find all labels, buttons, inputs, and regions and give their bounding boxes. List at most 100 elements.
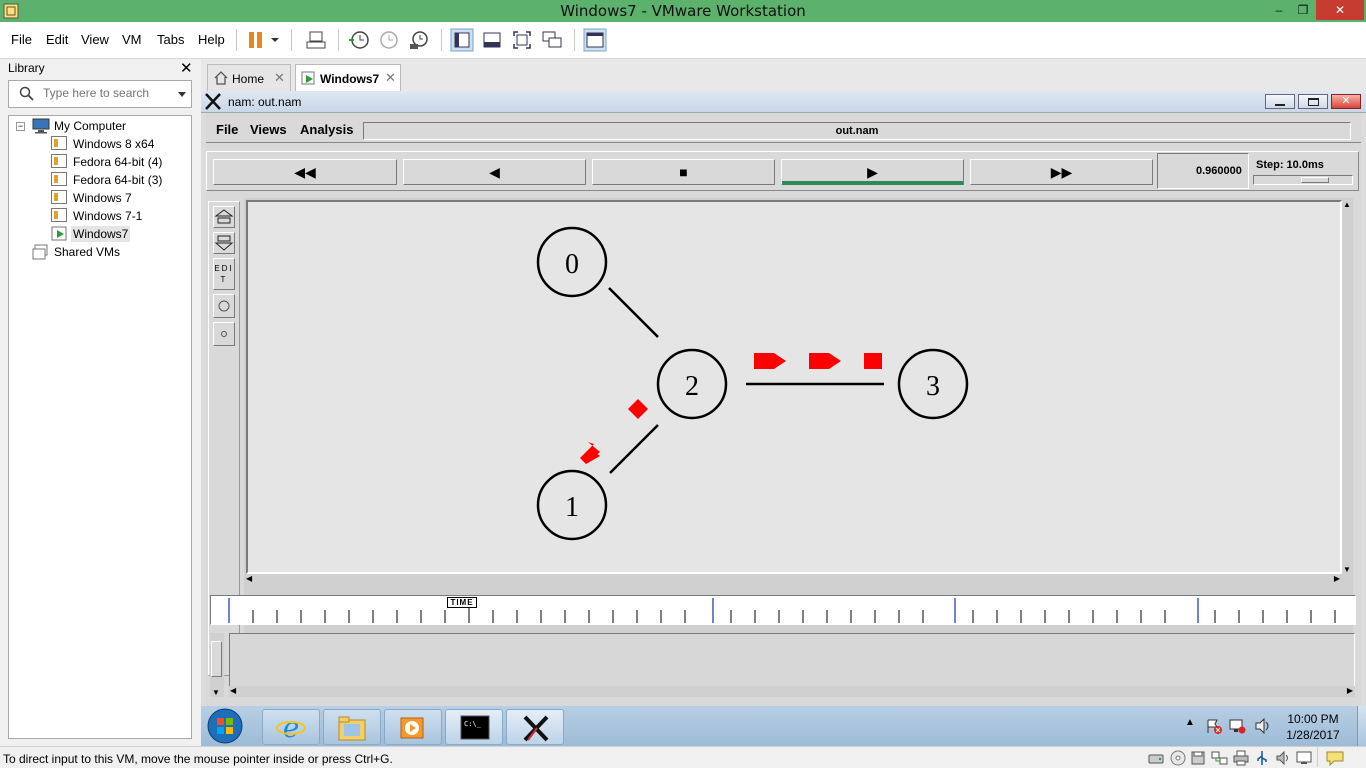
scroll-left-icon[interactable]: ◀ (246, 574, 252, 583)
menu-help[interactable]: Help (198, 32, 225, 47)
usb-icon[interactable] (1254, 750, 1270, 766)
nam-menu-views[interactable]: Views (250, 122, 287, 137)
timeline-marker[interactable]: TIME (447, 597, 477, 608)
menu-tabs[interactable]: Tabs (157, 32, 184, 47)
action-center-flag-icon[interactable] (1206, 718, 1222, 734)
tree-item-my-computer[interactable]: My Computer (54, 119, 126, 133)
console-view-icon[interactable] (583, 28, 607, 52)
scroll-left-icon[interactable]: ◀ (230, 686, 236, 695)
x-minimize-button[interactable] (1265, 94, 1295, 109)
rewind-button[interactable]: ◀◀ (213, 159, 397, 185)
close-button[interactable]: ✕ (1316, 0, 1364, 20)
step-slider-thumb[interactable] (1301, 177, 1329, 183)
node-3[interactable]: 3 (897, 348, 969, 420)
step-back-button[interactable]: ◀ (403, 159, 586, 185)
collapse-toggle[interactable]: − (16, 122, 25, 131)
step-slider[interactable] (1253, 175, 1353, 185)
edit-button[interactable]: EDIT (213, 258, 235, 290)
node-small-button[interactable] (213, 322, 235, 346)
tab-home[interactable]: Home ✕ (207, 64, 291, 91)
display-icon[interactable] (1296, 750, 1312, 766)
tab-windows7[interactable]: Windows7 ✕ (295, 64, 401, 91)
unity-icon[interactable] (540, 28, 564, 52)
tree-item-windows-8-x64[interactable]: Windows 8 x64 (73, 137, 154, 151)
x-restore-button[interactable] (1298, 94, 1328, 109)
menu-view[interactable]: View (81, 32, 109, 47)
folder-icon (338, 716, 366, 741)
stop-button[interactable]: ■ (592, 159, 775, 185)
timeline[interactable]: TIME (210, 595, 1356, 625)
play-button[interactable]: ▶ (781, 159, 964, 185)
send-ctrl-alt-del-icon[interactable] (304, 28, 328, 52)
scroll-right-icon[interactable]: ▶ (1334, 574, 1340, 583)
show-library-icon[interactable] (450, 28, 474, 52)
snapshot-manager-icon[interactable] (407, 28, 431, 52)
scroll-down-icon[interactable]: ▼ (212, 688, 220, 697)
nam-menu-analysis[interactable]: Analysis (300, 122, 353, 137)
sound-card-icon[interactable] (1275, 750, 1291, 766)
cd-dvd-icon[interactable] (1170, 750, 1186, 766)
printer-icon[interactable] (1233, 750, 1249, 766)
library-search[interactable] (8, 80, 192, 108)
close-icon[interactable]: ✕ (274, 70, 285, 86)
chevron-down-icon[interactable] (177, 91, 187, 99)
scroll-up-icon[interactable]: ▲ (1343, 200, 1351, 209)
menu-edit[interactable]: Edit (46, 32, 68, 47)
node-large-button[interactable] (213, 294, 235, 318)
annotation-vscrollbar[interactable]: ▼ (210, 633, 224, 697)
taskbar-internet-explorer[interactable]: e (262, 709, 320, 745)
message-log-icon[interactable] (1326, 750, 1344, 766)
tree-item-windows-7[interactable]: Windows 7 (73, 191, 132, 205)
pause-icon[interactable] (244, 28, 268, 52)
node-0[interactable]: 0 (536, 226, 608, 298)
annotation-panel[interactable] (229, 633, 1355, 687)
scroll-right-icon[interactable]: ▶ (1347, 686, 1353, 695)
tree-item-fedora-3[interactable]: Fedora 64-bit (3) (73, 173, 162, 187)
close-icon[interactable]: ✕ (385, 70, 396, 86)
show-thumbnail-icon[interactable] (480, 28, 504, 52)
tree-item-windows-7-1[interactable]: Windows 7-1 (73, 209, 142, 223)
clock-date[interactable]: 1/28/2017 (1283, 728, 1343, 742)
taskbar-file-explorer[interactable] (323, 709, 381, 745)
annotation-hscrollbar[interactable]: ◀ ▶ (229, 686, 1355, 697)
vm-console[interactable]: nam: out.nam ✕ File Views Analysis out.n… (201, 91, 1366, 745)
clock-time[interactable]: 10:00 PM (1283, 712, 1343, 726)
menu-vm[interactable]: VM (122, 32, 142, 47)
node-2[interactable]: 2 (656, 348, 728, 420)
nam-menu-file[interactable]: File (216, 122, 238, 137)
tree-item-fedora-4[interactable]: Fedora 64-bit (4) (73, 155, 162, 169)
canvas-vscrollbar[interactable]: ▲ ▼ (1342, 200, 1353, 574)
chevron-down-icon[interactable] (268, 28, 282, 52)
taskbar-media-player[interactable] (384, 709, 442, 745)
taskbar-x11-app[interactable] (506, 709, 564, 745)
search-input[interactable] (43, 86, 173, 100)
minimize-button[interactable]: – (1268, 0, 1290, 20)
snapshot-icon[interactable] (347, 28, 371, 52)
volume-icon[interactable] (1254, 718, 1272, 734)
scroll-down-icon[interactable]: ▼ (1343, 565, 1351, 574)
fast-forward-button[interactable]: ▶▶ (970, 159, 1153, 185)
full-screen-icon[interactable] (510, 28, 534, 52)
hard-disk-icon[interactable] (1148, 750, 1164, 766)
network-adapter-icon[interactable] (1211, 750, 1229, 766)
scroll-thumb[interactable] (211, 641, 222, 677)
network-canvas[interactable]: 0 2 3 1 (246, 200, 1342, 574)
zoom-out-button[interactable] (213, 232, 235, 254)
network-icon[interactable] (1228, 718, 1246, 734)
zoom-in-button[interactable] (213, 206, 235, 228)
menu-file[interactable]: File (11, 32, 32, 47)
show-hidden-icons[interactable]: ▲ (1185, 717, 1195, 728)
show-desktop-button[interactable] (1357, 706, 1366, 746)
floppy-icon[interactable] (1190, 750, 1206, 766)
library-close-button[interactable]: ✕ (180, 59, 193, 77)
maximize-button[interactable]: ❐ (1292, 0, 1314, 20)
x-close-button[interactable]: ✕ (1331, 94, 1361, 109)
revert-snapshot-icon[interactable] (377, 28, 401, 52)
packet (864, 353, 882, 369)
tree-item-shared-vms[interactable]: Shared VMs (54, 245, 120, 259)
taskbar-command-prompt[interactable]: C:\_ (445, 709, 503, 745)
node-1[interactable]: 1 (536, 469, 608, 541)
start-button[interactable] (207, 708, 243, 744)
tree-item-windows7[interactable]: Windows7 (71, 226, 131, 242)
canvas-hscrollbar[interactable]: ◀ ▶ (246, 574, 1342, 585)
